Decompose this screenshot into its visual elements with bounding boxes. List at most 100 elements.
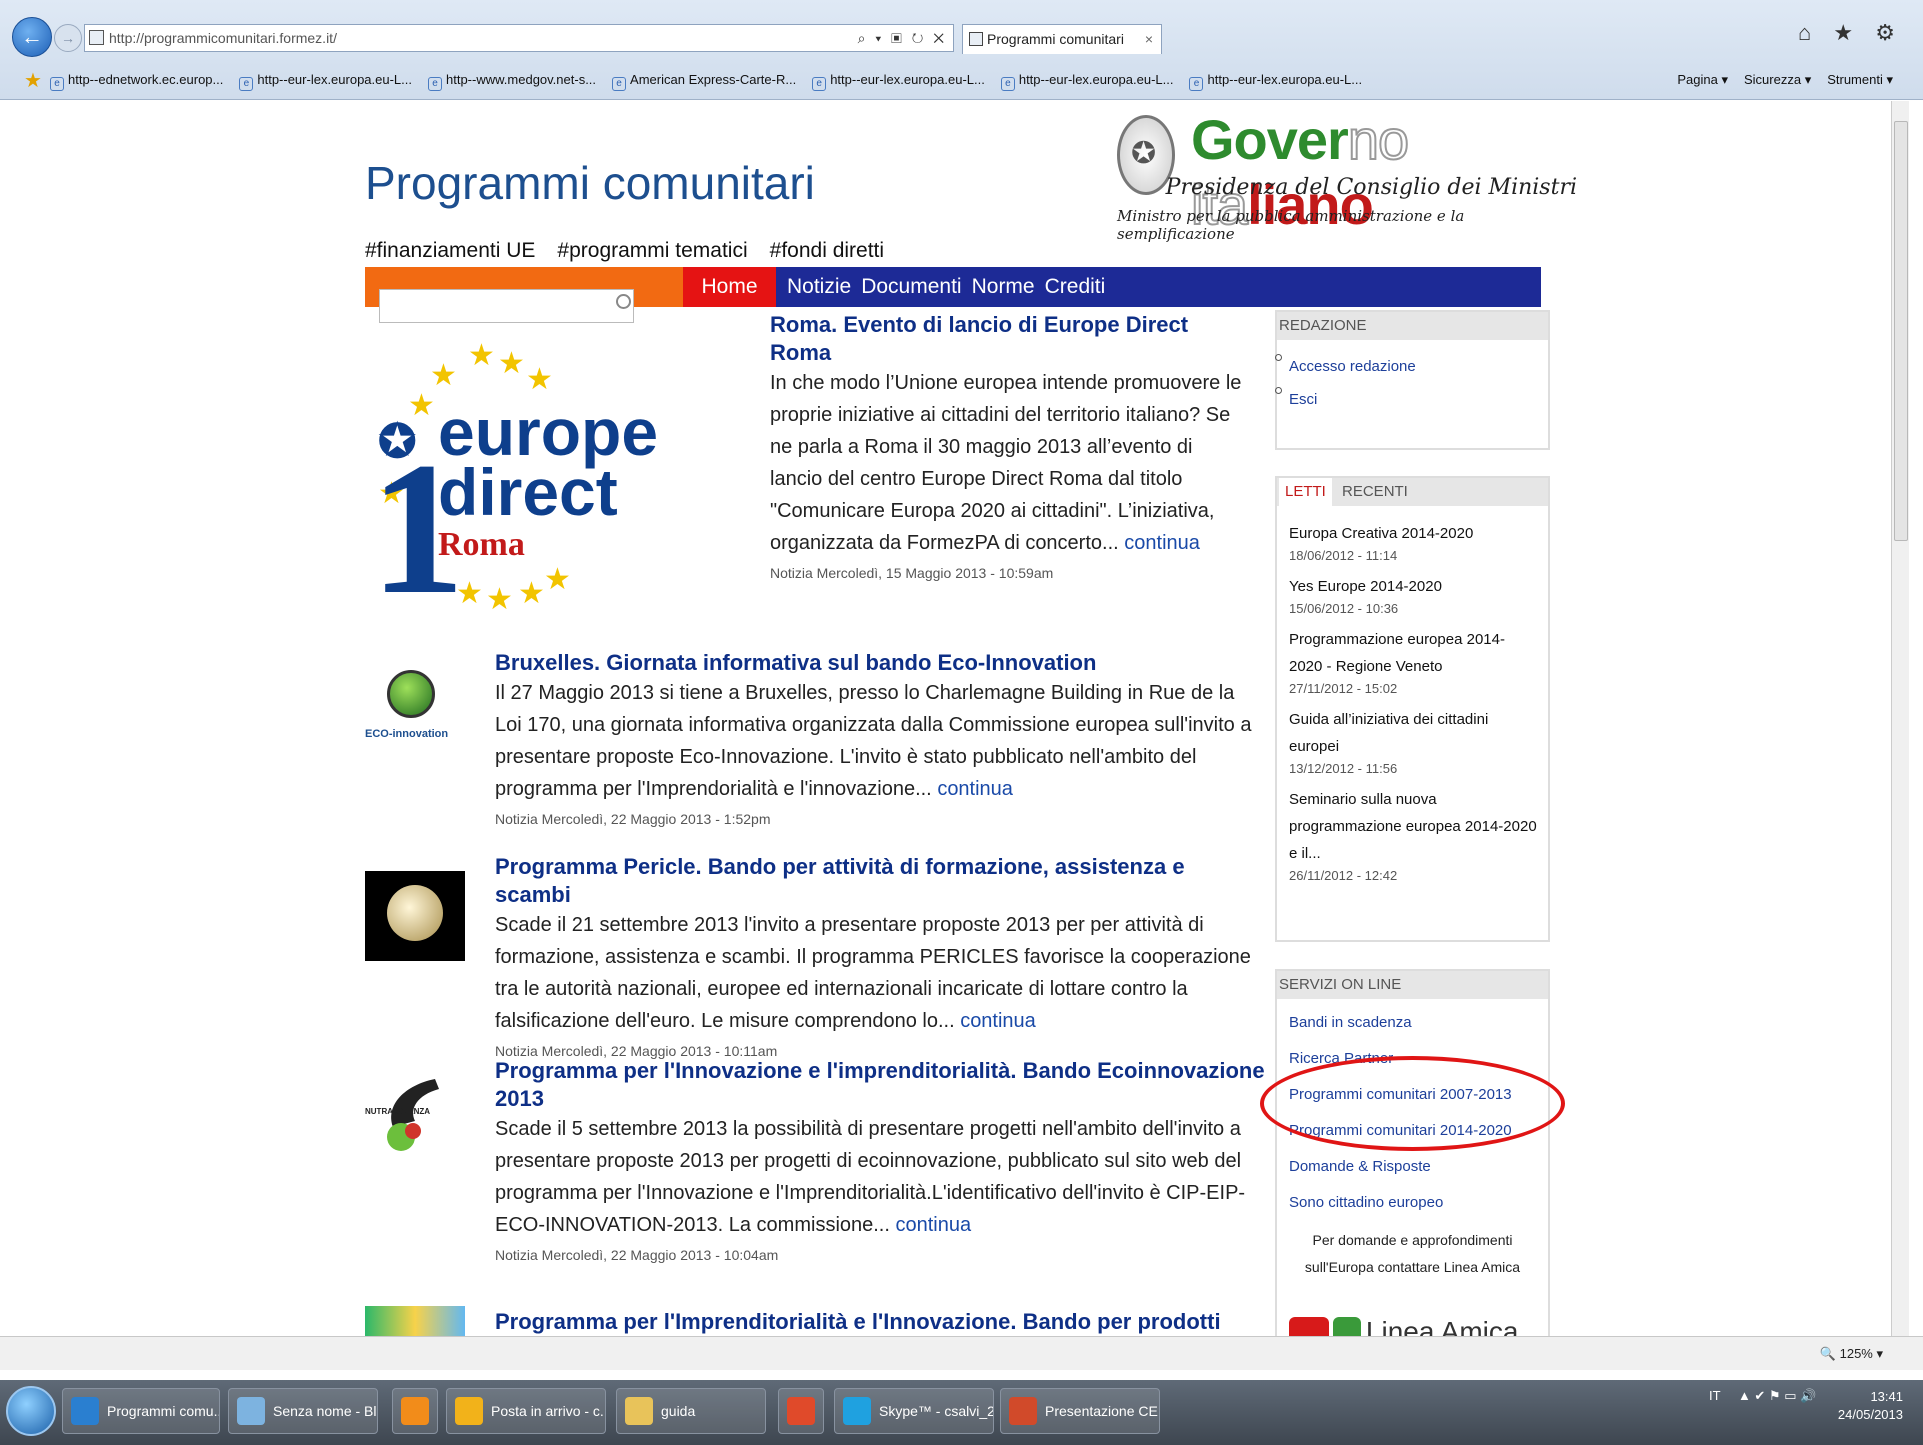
taskbar-task-label: Senza nome - Blo... xyxy=(273,1403,377,1419)
taskbar-task[interactable] xyxy=(392,1388,438,1434)
taskbar-task[interactable]: guida xyxy=(616,1388,766,1434)
logo-presidenza: Presidenza del Consiglio dei Ministri xyxy=(1165,175,1577,200)
taskbar-task-label: guida xyxy=(661,1403,696,1419)
annotation-ellipse xyxy=(1260,1056,1565,1151)
taskbar-task[interactable]: Presentazione CE... xyxy=(1000,1388,1160,1434)
taskbar-task[interactable] xyxy=(778,1388,824,1434)
back-button[interactable]: ← xyxy=(12,17,52,57)
favorite-link[interactable]: e http--www.medgov.net-s... xyxy=(428,72,596,91)
command-bar: Pagina ▾ Sicurezza ▾ Strumenti ▾ xyxy=(1661,72,1893,88)
nav-link-crediti[interactable]: Crediti xyxy=(1045,275,1106,298)
europe-direct-roma-logo[interactable]: ★ ★ ★ ★ ★ ★ ★ ★ ★ ★ ★ ✪ europe direct 1 … xyxy=(368,326,658,624)
popular-item-date: 13/12/2012 - 11:56 xyxy=(1289,761,1398,776)
popular-item-title[interactable]: Europa Creativa 2014-2020 xyxy=(1289,520,1538,547)
eco-innovation-thumbnail[interactable]: ECO-innovation xyxy=(365,666,465,756)
article-more-link[interactable]: continua xyxy=(937,778,1013,800)
taskbar-task-label: Programmi comu... xyxy=(107,1403,220,1419)
hashtag-link[interactable]: #programmi tematici xyxy=(557,239,747,262)
linea-amica-logo[interactable]: Linea Amica xyxy=(1289,1316,1549,1336)
favorite-link[interactable]: e http--eur-lex.europa.eu-L... xyxy=(812,72,985,91)
taskbar-task[interactable]: Senza nome - Blo... xyxy=(228,1388,378,1434)
popular-item[interactable]: Yes Europe 2014-2020 15/06/2012 - 10:36 xyxy=(1289,573,1538,618)
popular-item[interactable]: Europa Creativa 2014-2020 18/06/2012 - 11… xyxy=(1289,520,1538,565)
language-indicator[interactable]: IT xyxy=(1709,1388,1720,1403)
eco-thumb-label: ECO-innovation xyxy=(365,728,449,740)
favorites-star-icon[interactable]: ★ xyxy=(24,68,42,93)
hashtag-link[interactable]: #finanziamenti UE xyxy=(365,239,535,262)
popular-item-title[interactable]: Seminario sulla nuova programmazione eur… xyxy=(1289,786,1538,867)
hashtag-link[interactable]: #fondi diretti xyxy=(770,239,884,262)
home-favorites-tools-icons[interactable]: ⌂ ★ ⚙ xyxy=(1798,20,1903,46)
search-icon[interactable] xyxy=(616,294,631,309)
servizi-link[interactable]: Sono cittadino europeo xyxy=(1277,1185,1548,1221)
taskbar-task[interactable]: Posta in arrivo - c... xyxy=(446,1388,606,1434)
favorite-link[interactable]: e http--eur-lex.europa.eu-L... xyxy=(239,72,412,91)
main-article-title[interactable]: Roma. Evento di lancio di Europe Direct … xyxy=(770,311,1250,367)
popular-item-title[interactable]: Guida all’iniziativa dei cittadini europ… xyxy=(1289,706,1538,760)
tab-programmi-comunitari[interactable]: Programmi comunitari × xyxy=(962,24,1162,54)
popular-item-title[interactable]: Yes Europe 2014-2020 xyxy=(1289,573,1538,600)
tab-close-icon[interactable]: × xyxy=(1145,25,1153,53)
nav-link-documenti[interactable]: Documenti xyxy=(861,275,961,298)
hashtag-links: #finanziamenti UE #programmi tematici #fon… xyxy=(365,239,906,263)
forward-button[interactable]: → xyxy=(54,24,82,52)
command-menu[interactable]: Pagina ▾ xyxy=(1677,72,1728,88)
site-title[interactable]: Programmi comunitari xyxy=(365,156,815,210)
popular-item[interactable]: Guida all’iniziativa dei cittadini europ… xyxy=(1289,706,1538,778)
main-article-more-link[interactable]: continua xyxy=(1124,532,1200,554)
governo-italiano-logo[interactable]: ✪ Governo italiano Presidenza del Consig… xyxy=(1117,107,1577,243)
favorite-link[interactable]: e http--ednetwork.ec.europ... xyxy=(50,72,223,91)
nav-link-notizie[interactable]: Notizie xyxy=(787,275,851,298)
popular-item[interactable]: Seminario sulla nuova programmazione eur… xyxy=(1289,786,1538,885)
tab-recenti[interactable]: RECENTI xyxy=(1336,478,1414,506)
search-input[interactable] xyxy=(379,289,634,323)
address-tools[interactable]: ⌕ ▾ ▣ ↻ ✕ xyxy=(858,25,947,51)
ecoinnovazione-thumb-label: NUTRA SCIENZA xyxy=(365,1107,431,1116)
accesso-redazione-link[interactable]: Accesso redazione xyxy=(1275,354,1548,375)
clock-time[interactable]: 13:41 xyxy=(1838,1388,1903,1406)
popular-item[interactable]: Programmazione europea 2014-2020 - Regio… xyxy=(1289,626,1538,698)
taskbar-task[interactable]: Programmi comu... xyxy=(62,1388,220,1434)
favorite-label: http--eur-lex.europa.eu-L... xyxy=(257,72,412,87)
address-bar[interactable]: http://programmicomunitari.formez.it/ ⌕ … xyxy=(84,24,954,52)
command-menu[interactable]: Strumenti ▾ xyxy=(1827,72,1893,88)
article-title[interactable]: Programma Pericle. Bando per attività di… xyxy=(495,853,1265,909)
servizi-header: SERVIZI ON LINE xyxy=(1277,971,1548,999)
tray-icons[interactable]: ▲ ✔ ⚑ ▭ 🔊 xyxy=(1738,1388,1816,1403)
zoom-level[interactable]: 🔍 125% ▾ xyxy=(1820,1346,1883,1362)
nav-home[interactable]: Home xyxy=(683,267,776,307)
esci-link[interactable]: Esci xyxy=(1275,387,1548,408)
article-more-link[interactable]: continua xyxy=(960,1010,1036,1032)
favorite-label: http--www.medgov.net-s... xyxy=(446,72,597,87)
scrollbar-thumb[interactable] xyxy=(1894,121,1908,541)
ecoinnovazione-thumbnail[interactable]: NUTRA SCIENZA xyxy=(365,1071,465,1161)
popular-list: Europa Creativa 2014-2020 18/06/2012 - 11… xyxy=(1277,506,1548,885)
article-title[interactable]: Bruxelles. Giornata informativa sul band… xyxy=(495,649,1265,677)
start-button-icon[interactable] xyxy=(6,1386,56,1436)
taskbar-task[interactable]: Skype™ - csalvi_2... xyxy=(834,1388,994,1434)
sidebar-servizi: SERVIZI ON LINE Bandi in scadenza Ricerca… xyxy=(1275,969,1550,1336)
taskbar-app-icon xyxy=(455,1397,483,1425)
article-more-link[interactable]: continua xyxy=(895,1214,971,1236)
article-title[interactable]: Programma per l'Imprenditorialità e l'In… xyxy=(495,1308,1265,1336)
turismo-thumbnail[interactable] xyxy=(365,1306,465,1336)
servizi-link[interactable]: Domande & Risposte xyxy=(1277,1149,1548,1185)
nav-link-norme[interactable]: Norme xyxy=(972,275,1035,298)
vertical-scrollbar[interactable] xyxy=(1891,101,1909,1336)
popular-item-title[interactable]: Programmazione europea 2014-2020 - Regio… xyxy=(1289,626,1538,680)
tab-favicon-icon xyxy=(969,32,983,46)
article-body: Il 27 Maggio 2013 si tiene a Bruxelles, … xyxy=(495,682,1252,800)
logo-roma: Roma xyxy=(438,526,525,563)
article-title[interactable]: Programma per l'Innovazione e l'imprendi… xyxy=(495,1057,1265,1113)
tab-letti[interactable]: LETTI xyxy=(1279,478,1332,506)
favorite-link[interactable]: e American Express-Carte-R... xyxy=(612,72,796,91)
command-menu[interactable]: Sicurezza ▾ xyxy=(1744,72,1811,88)
servizi-link[interactable]: Bandi in scadenza xyxy=(1277,1005,1548,1041)
clock-date[interactable]: 24/05/2013 xyxy=(1838,1406,1903,1424)
article-body: Scade il 21 settembre 2013 l'invito a pr… xyxy=(495,914,1251,1032)
taskbar-app-icon xyxy=(401,1397,429,1425)
ie-page-icon: e xyxy=(812,77,827,91)
favorite-link[interactable]: e http--eur-lex.europa.eu-L... xyxy=(1000,72,1173,91)
pericle-coin-thumbnail[interactable] xyxy=(365,871,465,961)
favorite-link[interactable]: e http--eur-lex.europa.eu-L... xyxy=(1189,72,1362,91)
